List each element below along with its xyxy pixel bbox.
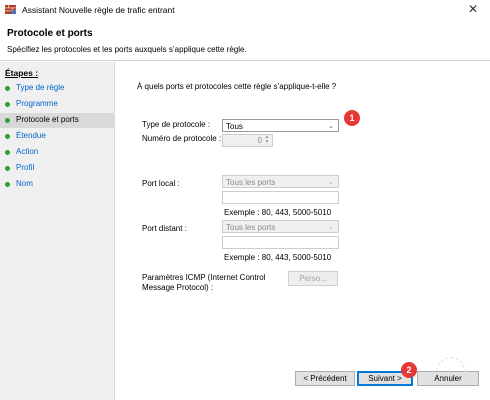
previous-button[interactable]: < Précédent	[295, 371, 355, 386]
step-item[interactable]: Nom	[0, 177, 114, 192]
status-dot-icon	[5, 166, 10, 171]
protocol-type-label: Type de protocole :	[142, 120, 211, 129]
status-dot-icon	[5, 86, 10, 91]
annotation-badge-2: 2	[401, 362, 417, 378]
page-subtitle: Spécifiez les protocoles et les ports au…	[7, 45, 247, 54]
local-port-select[interactable]: Tous les ports ⌄	[222, 175, 339, 188]
local-port-example: Exemple : 80, 443, 5000-5010	[224, 208, 332, 217]
protocol-number-stepper[interactable]: 0 ▲ ▼	[222, 134, 273, 147]
protocol-number-label: Numéro de protocole :	[142, 134, 222, 143]
step-label: Protocole et ports	[16, 115, 79, 124]
chevron-down-icon: ⌄	[328, 123, 334, 130]
step-label: Programme	[16, 99, 58, 108]
status-dot-icon	[5, 150, 10, 155]
remote-port-example: Exemple : 80, 443, 5000-5010	[224, 253, 332, 262]
remote-port-label: Port distant :	[142, 224, 187, 233]
step-item[interactable]: Programme	[0, 97, 114, 112]
close-icon[interactable]: ✕	[466, 2, 480, 16]
local-port-value: Tous les ports	[226, 178, 276, 187]
watermark-icon	[437, 357, 465, 385]
status-dot-icon	[5, 102, 10, 107]
protocol-number-value: 0	[257, 136, 262, 145]
page-title: Protocole et ports	[7, 28, 93, 39]
step-label: Type de règle	[16, 83, 65, 92]
question-text: À quels ports et protocoles cette règle …	[137, 82, 337, 91]
icmp-customize-button[interactable]: Perso...	[288, 271, 338, 286]
protocol-type-value: Tous	[226, 122, 243, 131]
main-content: À quels ports et protocoles cette règle …	[115, 62, 490, 400]
local-port-input[interactable]	[222, 191, 339, 204]
step-item[interactable]: Protocole et ports	[0, 113, 114, 128]
step-label: Profil	[16, 163, 35, 172]
firewall-app-icon	[5, 5, 16, 15]
chevron-down-icon: ⌄	[328, 179, 334, 186]
icmp-label: Paramètres ICMP (Internet Control Messag…	[142, 273, 266, 292]
status-dot-icon	[5, 118, 10, 123]
step-item[interactable]: Type de règle	[0, 81, 114, 96]
remote-port-value: Tous les ports	[226, 223, 276, 232]
step-item[interactable]: Action	[0, 145, 114, 160]
spin-arrows-icon[interactable]: ▲ ▼	[263, 135, 271, 146]
status-dot-icon	[5, 134, 10, 139]
step-item[interactable]: Profil	[0, 161, 114, 176]
chevron-down-icon: ⌄	[328, 224, 334, 231]
title-bar: Assistant Nouvelle règle de trafic entra…	[0, 0, 490, 20]
remote-port-input[interactable]	[222, 236, 339, 249]
step-label: Étendue	[16, 131, 46, 140]
window-title: Assistant Nouvelle règle de trafic entra…	[22, 5, 175, 15]
step-label: Nom	[16, 179, 33, 188]
annotation-badge-1: 1	[344, 110, 360, 126]
protocol-type-select[interactable]: Tous ⌄	[222, 119, 339, 132]
steps-panel: Étapes : Type de règle Programme Protocole…	[0, 62, 115, 400]
step-item[interactable]: Étendue	[0, 129, 114, 144]
remote-port-select[interactable]: Tous les ports ⌄	[222, 220, 339, 233]
page-header: Protocole et ports Spécifiez les protoco…	[0, 20, 490, 61]
local-port-label: Port local :	[142, 179, 180, 188]
status-dot-icon	[5, 182, 10, 187]
step-label: Action	[16, 147, 39, 156]
steps-heading: Étapes :	[5, 68, 39, 78]
